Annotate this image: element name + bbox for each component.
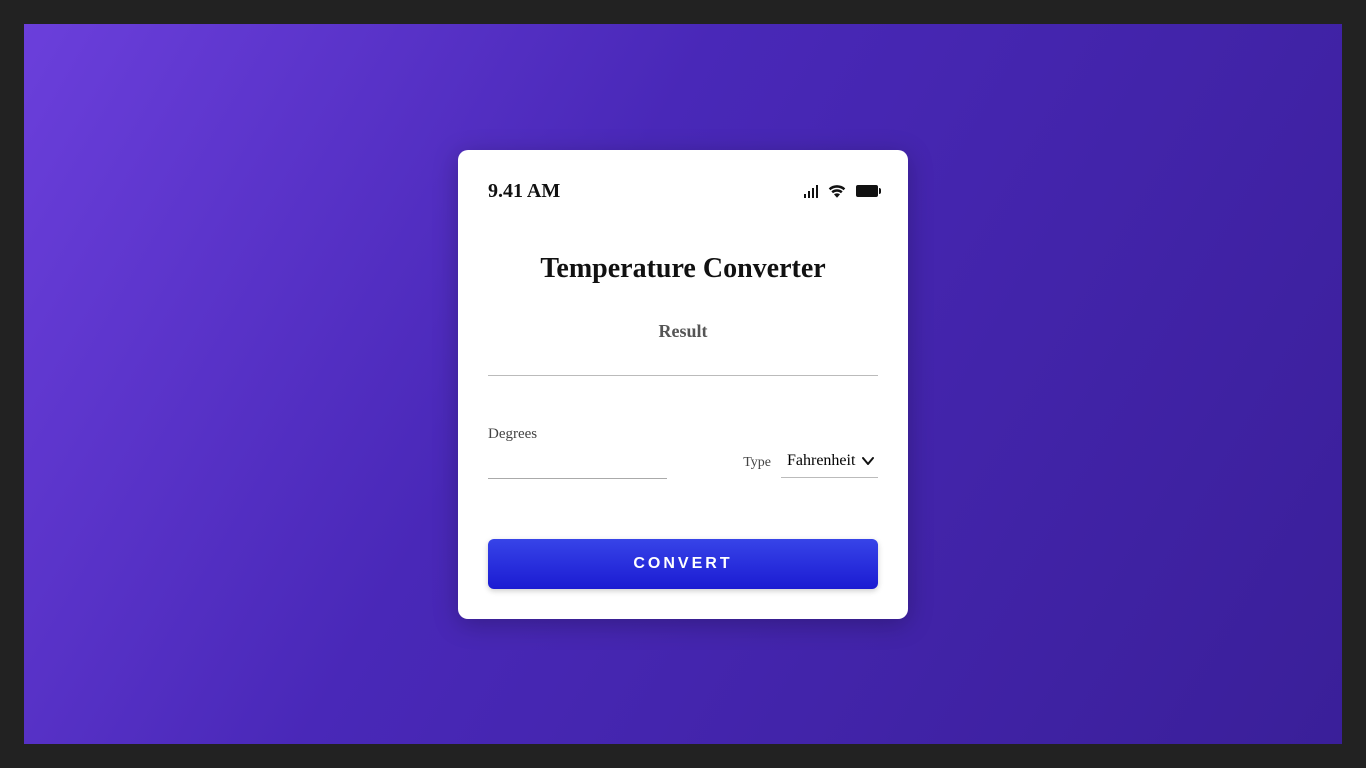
convert-button[interactable]: CONVERT [488, 539, 878, 589]
type-label: Type [743, 455, 771, 471]
form-row: Degrees Type Fahrenheit [488, 426, 878, 479]
app-background: 9.41 AM Temperature Converter Result [24, 24, 1342, 744]
result-value [488, 352, 878, 376]
status-bar: 9.41 AM [488, 180, 878, 203]
degrees-label: Degrees [488, 426, 667, 443]
status-icons [804, 184, 879, 198]
converter-card: 9.41 AM Temperature Converter Result [458, 150, 908, 619]
degrees-input[interactable] [488, 447, 667, 479]
type-group: Type Fahrenheit [743, 448, 878, 478]
page-title: Temperature Converter [488, 253, 878, 285]
wifi-icon [828, 184, 846, 198]
battery-icon [856, 185, 878, 197]
type-select[interactable]: Fahrenheit [781, 448, 878, 478]
result-label: Result [659, 321, 708, 341]
result-section: Result [488, 321, 878, 342]
status-time: 9.41 AM [488, 180, 560, 203]
signal-icon [804, 185, 819, 198]
degrees-group: Degrees [488, 426, 667, 479]
